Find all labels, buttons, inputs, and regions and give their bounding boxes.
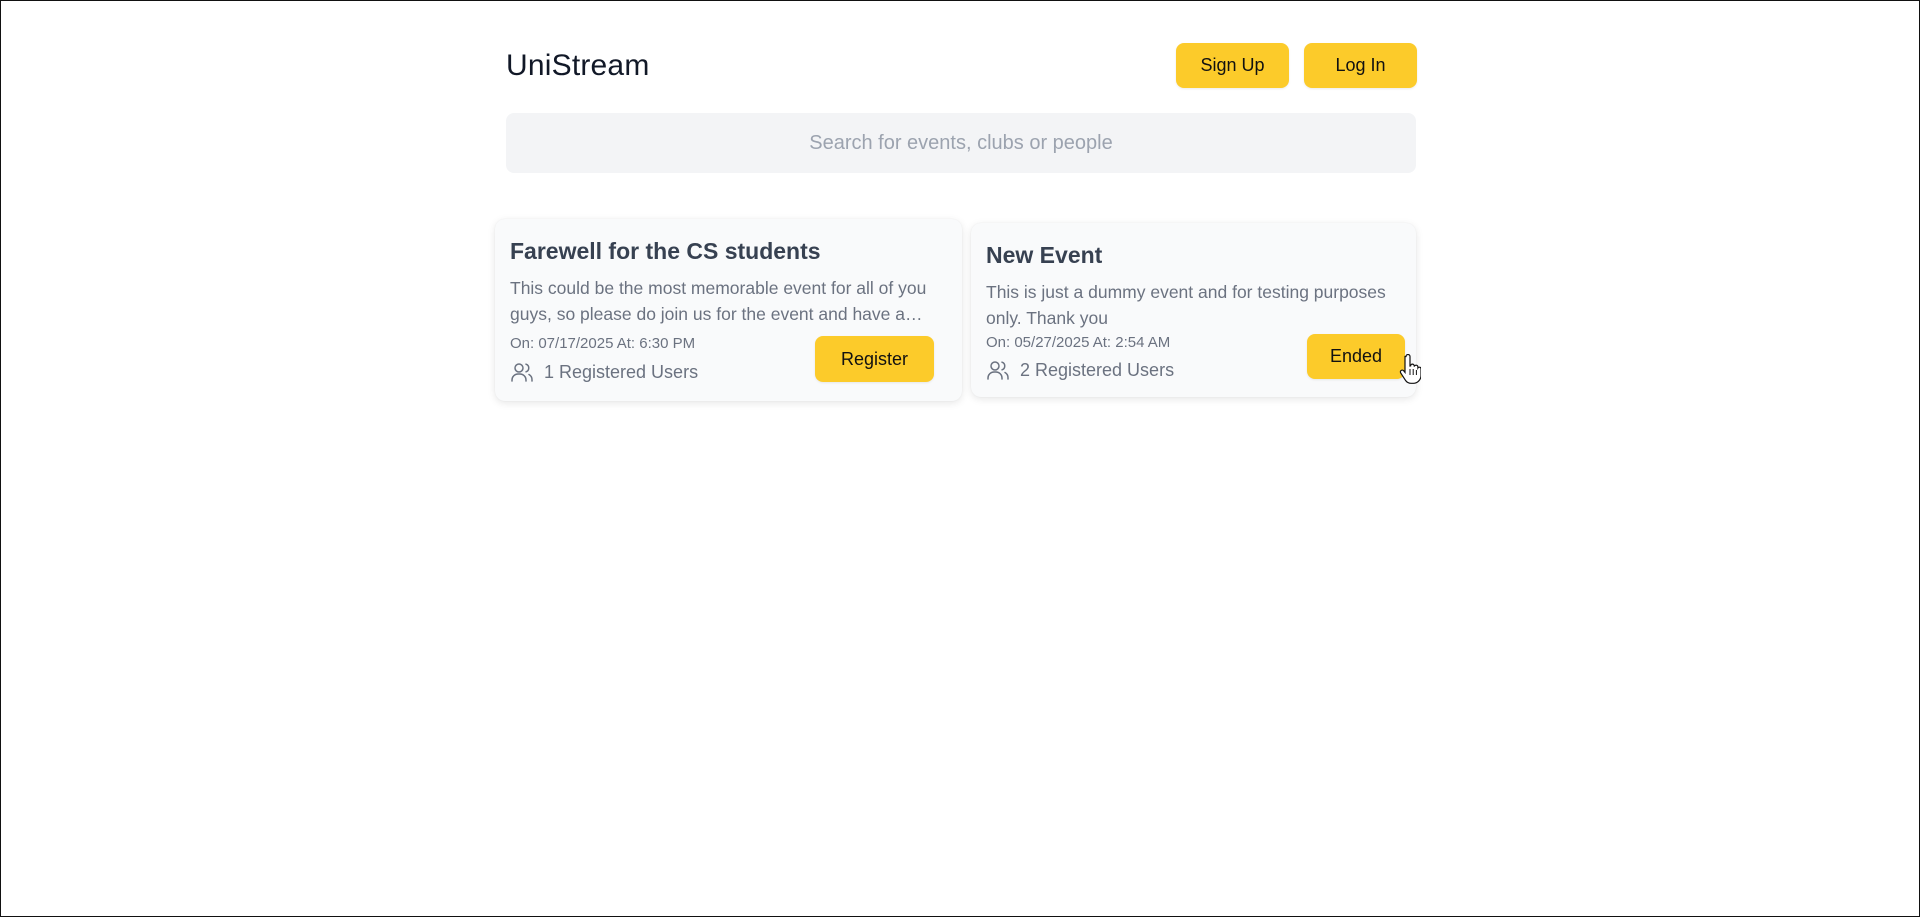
event-date: On: 05/27/2025 At: 2:54 AM [986,334,1171,351]
event-title: Farewell for the CS students [510,238,821,264]
log-in-button[interactable]: Log In [1304,43,1417,88]
registered-users-label: 1 Registered Users [544,361,699,382]
event-title: New Event [986,242,1103,268]
sign-up-button[interactable]: Sign Up [1176,43,1289,88]
event-date: On: 07/17/2025 At: 6:30 PM [510,335,696,352]
header: UniStream Sign Up Log In [506,43,1417,89]
users-icon [987,361,1009,380]
browser-viewport: UniStream Sign Up Log In Farewell for th… [0,0,1920,917]
ended-button[interactable]: Ended [1307,334,1405,379]
brand-logo-text[interactable]: UniStream [506,49,650,83]
search-input[interactable] [506,113,1416,173]
users-icon [511,363,533,382]
registered-users-label: 2 Registered Users [1020,359,1175,380]
event-card[interactable]: New Event This is just a dummy event and… [971,223,1416,397]
event-card[interactable]: Farewell for the CS students This could … [495,219,962,401]
registered-users: 1 Registered Users [510,360,698,384]
event-description: This is just a dummy event and for testi… [986,282,1386,328]
registered-users: 2 Registered Users [986,358,1174,382]
register-button[interactable]: Register [815,336,934,382]
event-description: This could be the most memorable event f… [510,278,927,324]
